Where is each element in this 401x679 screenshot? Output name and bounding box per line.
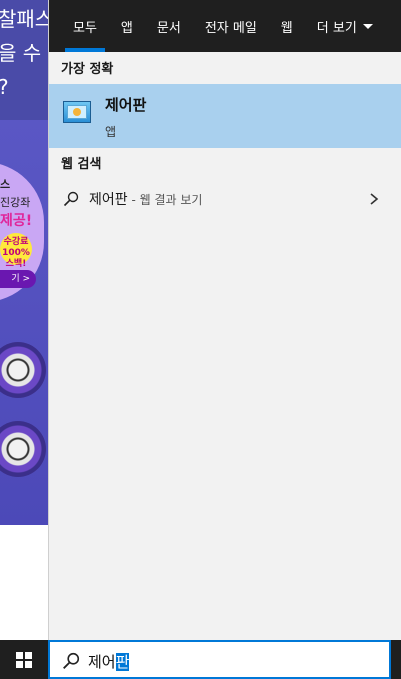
tab-all[interactable]: 모두 <box>61 0 109 52</box>
promo-line: 진강좌 <box>0 196 31 209</box>
web-result-text: 제어판 - 웹 결과 보기 <box>89 189 202 209</box>
tab-apps[interactable]: 앱 <box>109 0 145 52</box>
tab-label: 모두 <box>73 20 97 36</box>
background-text-line: 찰패스 <box>0 7 48 31</box>
tab-web[interactable]: 웹 <box>269 0 305 52</box>
tab-label: 더 보기 <box>316 20 357 36</box>
background-header: 찰패스 을 수 ? <box>0 0 48 122</box>
promo-line: 스 <box>0 178 11 191</box>
web-search-heading: 웹 검색 <box>61 157 102 172</box>
search-query-text: 제어판 <box>88 651 130 672</box>
background-webpage: 찰패스 을 수 ? 스 진강좌 제공! 수강료 100% 스백! 기 > <box>0 0 48 640</box>
search-flyout: 모두 앱 문서 전자 메일 웹 더 보기 가장 정확 제어판 앱 웹 검색 제어… <box>48 0 401 640</box>
background-white-area <box>0 525 48 640</box>
taskbar: 제어판 <box>0 640 401 679</box>
search-icon <box>63 191 79 207</box>
tab-label: 전자 메일 <box>204 20 257 36</box>
badge-text: 100% <box>2 248 30 258</box>
tab-more[interactable]: 더 보기 <box>305 0 385 52</box>
background-text-line: 을 수 <box>0 41 42 65</box>
background-text-line: ? <box>0 70 48 104</box>
result-type: 앱 <box>105 125 117 139</box>
web-query: 제어판 <box>89 192 128 208</box>
badge-text: 수강료 <box>3 237 29 247</box>
tab-label: 문서 <box>156 20 181 36</box>
search-filter-tabs: 모두 앱 문서 전자 메일 웹 더 보기 <box>49 0 401 52</box>
chevron-down-icon <box>362 23 373 29</box>
best-match-heading: 가장 정확 <box>61 62 114 77</box>
chevron-right-icon <box>370 193 379 205</box>
search-query-selected: 판 <box>115 653 130 671</box>
tab-label: 웹 <box>280 20 293 36</box>
control-panel-icon <box>63 101 91 123</box>
promo-badge: 수강료 100% 스백! <box>0 233 32 269</box>
start-button[interactable] <box>0 640 48 679</box>
web-search-result[interactable]: 제어판 - 웹 결과 보기 <box>49 182 401 216</box>
search-query-plain: 제어 <box>88 653 116 671</box>
best-match-text: 제어판 앱 <box>105 94 146 140</box>
tab-documents[interactable]: 문서 <box>145 0 193 52</box>
promo-button: 기 > <box>0 270 36 288</box>
search-icon <box>63 652 80 669</box>
web-result-suffix: - 웹 결과 보기 <box>127 193 203 207</box>
result-name: 제어판 <box>105 96 147 114</box>
tab-email[interactable]: 전자 메일 <box>193 0 269 52</box>
promo-line: 제공! <box>0 213 33 229</box>
tab-label: 앱 <box>120 20 133 36</box>
taskbar-edge <box>391 640 401 679</box>
best-match-result[interactable]: 제어판 앱 <box>49 84 401 148</box>
badge-text: 스백! <box>5 259 27 269</box>
taskbar-search-box[interactable]: 제어판 <box>48 640 391 679</box>
windows-logo-icon <box>16 651 32 668</box>
